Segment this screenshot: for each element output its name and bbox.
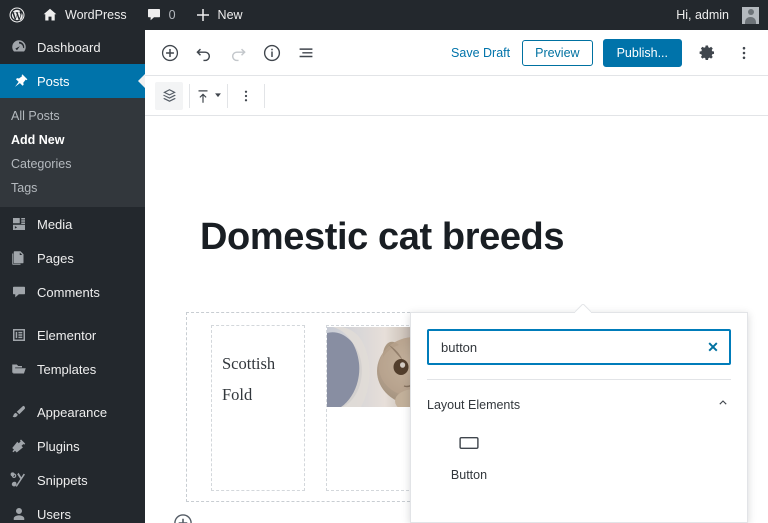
new-content-label: New [217, 8, 243, 22]
editor-header-actions: Save Draft Preview Publish... [449, 38, 758, 68]
new-content-menu[interactable]: New [185, 0, 252, 30]
pin-icon [10, 72, 28, 90]
toolbar-separator [264, 83, 265, 108]
sidebar-item-snippets[interactable]: Snippets [0, 463, 145, 497]
greeting-label: Hi, admin [676, 8, 729, 22]
caret-down-icon [213, 87, 223, 105]
default-block-appender[interactable] [171, 511, 195, 523]
sidebar-item-tags[interactable]: Tags [0, 176, 145, 200]
block-item-button[interactable]: Button [427, 429, 511, 482]
sidebar-item-label: Elementor [37, 328, 97, 343]
sidebar-item-users[interactable]: Users [0, 497, 145, 523]
block-toolbar [145, 76, 768, 116]
save-draft-button[interactable]: Save Draft [449, 42, 512, 64]
sidebar-item-label: Pages [37, 251, 74, 266]
admin-sidebar: Dashboard Posts All Posts Add New Catego… [0, 30, 146, 523]
search-input[interactable] [427, 329, 731, 365]
pages-icon [10, 249, 28, 267]
elementor-icon [10, 326, 28, 344]
folder-icon [10, 360, 28, 378]
inserter-search-row: ✕ [411, 313, 747, 379]
scissors-icon [10, 471, 28, 489]
vertical-align-group [190, 76, 227, 116]
sidebar-item-label: Media [37, 217, 73, 232]
sidebar-item-label: Posts [37, 74, 70, 89]
vertical-align-top-button[interactable] [190, 78, 227, 114]
sidebar-item-pages[interactable]: Pages [0, 241, 145, 275]
sidebar-item-label: Appearance [37, 405, 108, 420]
sidebar-item-add-new[interactable]: Add New [0, 128, 145, 152]
sidebar-item-appearance[interactable]: Appearance [0, 395, 145, 429]
chevron-up-icon[interactable] [715, 394, 731, 415]
block-inserter-popover: ✕ Layout Elements Button [410, 312, 748, 523]
posts-submenu: All Posts Add New Categories Tags [0, 98, 145, 207]
avatar-icon [742, 6, 759, 24]
clear-search-button[interactable]: ✕ [701, 335, 725, 359]
add-block-button[interactable] [153, 36, 187, 70]
sidebar-item-label: Comments [37, 285, 100, 300]
sidebar-item-categories[interactable]: Categories [0, 152, 145, 176]
menu-separator [0, 309, 145, 318]
panel-title: Layout Elements [427, 397, 521, 412]
undo-button[interactable] [187, 36, 221, 70]
comment-bubble-icon [10, 283, 28, 301]
media-icon [10, 215, 28, 233]
column-one-text[interactable]: Scottish Fold [212, 326, 304, 410]
layout-elements-panel-header[interactable]: Layout Elements [411, 380, 747, 427]
settings-gear-button[interactable] [692, 38, 720, 68]
button-rect-icon [458, 435, 480, 456]
sidebar-item-media[interactable]: Media [0, 207, 145, 241]
sidebar-item-comments[interactable]: Comments [0, 275, 145, 309]
dashboard-icon [10, 38, 28, 56]
preview-button[interactable]: Preview [522, 39, 593, 66]
columns-stack-icon[interactable] [155, 81, 183, 110]
sidebar-item-label: Snippets [37, 473, 88, 488]
column-one[interactable]: Scottish Fold [211, 325, 305, 491]
site-name-label: WordPress [65, 8, 127, 22]
menu-separator [0, 386, 145, 395]
sidebar-item-label: Dashboard [37, 40, 101, 55]
editor-header: Save Draft Preview Publish... [145, 30, 768, 76]
block-item-label: Button [450, 468, 488, 482]
redo-button[interactable] [221, 36, 255, 70]
sidebar-item-elementor[interactable]: Elementor [0, 318, 145, 352]
more-menu-button[interactable] [730, 38, 758, 68]
site-name-menu[interactable]: WordPress [32, 0, 136, 30]
screen: WordPress 0 New Hi, admin Dashboard Post… [0, 0, 768, 523]
publish-button[interactable]: Publish... [602, 38, 682, 67]
wordpress-logo-icon [8, 6, 26, 24]
sidebar-item-all-posts[interactable]: All Posts [0, 104, 145, 128]
inserter-block-list: Button [411, 427, 747, 482]
comment-bubble-icon [145, 6, 163, 24]
sidebar-item-label: Plugins [37, 439, 80, 454]
sidebar-item-label: Templates [37, 362, 97, 377]
home-icon [41, 6, 59, 24]
details-button[interactable] [255, 36, 289, 70]
popover-arrow [575, 304, 591, 313]
sidebar-item-dashboard[interactable]: Dashboard [0, 30, 145, 64]
comments-count: 0 [168, 8, 176, 22]
list-view-button[interactable] [289, 36, 323, 70]
sidebar-item-plugins[interactable]: Plugins [0, 429, 145, 463]
plug-icon [10, 437, 28, 455]
my-account-menu[interactable]: Hi, admin [667, 0, 768, 30]
admin-bar-right: Hi, admin [667, 0, 768, 30]
sidebar-item-label: Users [37, 507, 71, 522]
block-more-options-button[interactable] [228, 78, 264, 114]
admin-bar: WordPress 0 New Hi, admin [0, 0, 768, 30]
sidebar-item-templates[interactable]: Templates [0, 352, 145, 386]
user-icon [10, 505, 28, 523]
search-wrapper: ✕ [427, 329, 731, 365]
wordpress-logo-button[interactable] [0, 0, 32, 30]
comments-bubble-button[interactable]: 0 [136, 0, 185, 30]
sidebar-item-posts[interactable]: Posts [0, 64, 146, 98]
plus-icon [194, 6, 212, 24]
page-title[interactable]: Domestic cat breeds [200, 216, 565, 259]
paintbrush-icon [10, 403, 28, 421]
